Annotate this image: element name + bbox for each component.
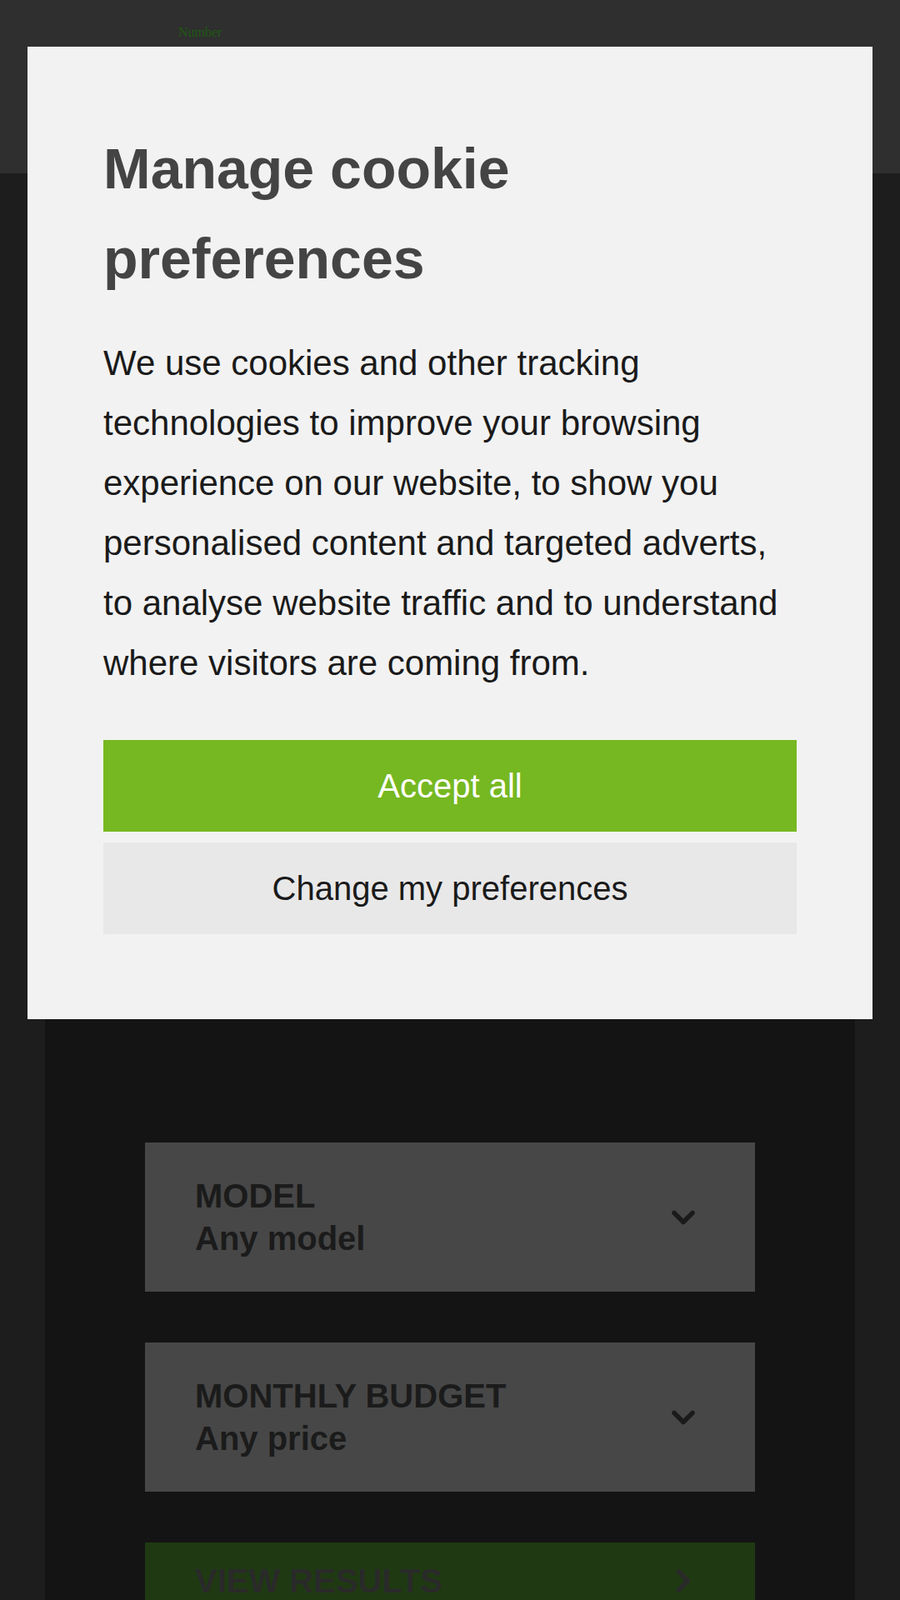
view-results-button[interactable]: VIEW RESULTS <box>145 1542 755 1600</box>
dialog-body: We use cookies and other tracking techno… <box>103 333 797 694</box>
field-label: MODEL <box>195 1177 365 1215</box>
select-field[interactable]: MONTHLY BUDGET Any price <box>145 1342 755 1492</box>
page: Number MODEL Any model MONTHLY BUDGET Any pr… <box>0 0 900 1600</box>
select-field[interactable]: MODEL Any model <box>145 1142 755 1292</box>
field-value: Any model <box>195 1220 365 1258</box>
change-preferences-button[interactable]: Change my preferences <box>103 842 797 935</box>
dialog-buttons: Accept all Change my preferences <box>103 740 797 935</box>
field-label: MONTHLY BUDGET <box>195 1377 506 1415</box>
chevron-right-icon <box>665 1562 702 1600</box>
chevron-down-icon <box>665 1399 702 1436</box>
logo[interactable]: Number <box>178 25 222 40</box>
accept-all-button[interactable]: Accept all <box>103 740 797 832</box>
chevron-down-icon <box>665 1199 702 1236</box>
dialog-title: Manage cookie preferences <box>103 123 797 304</box>
field-value: Any price <box>195 1420 506 1458</box>
cookie-dialog: Manage cookie preferences We use cookies … <box>27 46 873 1020</box>
field-text: MODEL Any model <box>195 1177 365 1258</box>
field-text: MONTHLY BUDGET Any price <box>195 1377 506 1458</box>
